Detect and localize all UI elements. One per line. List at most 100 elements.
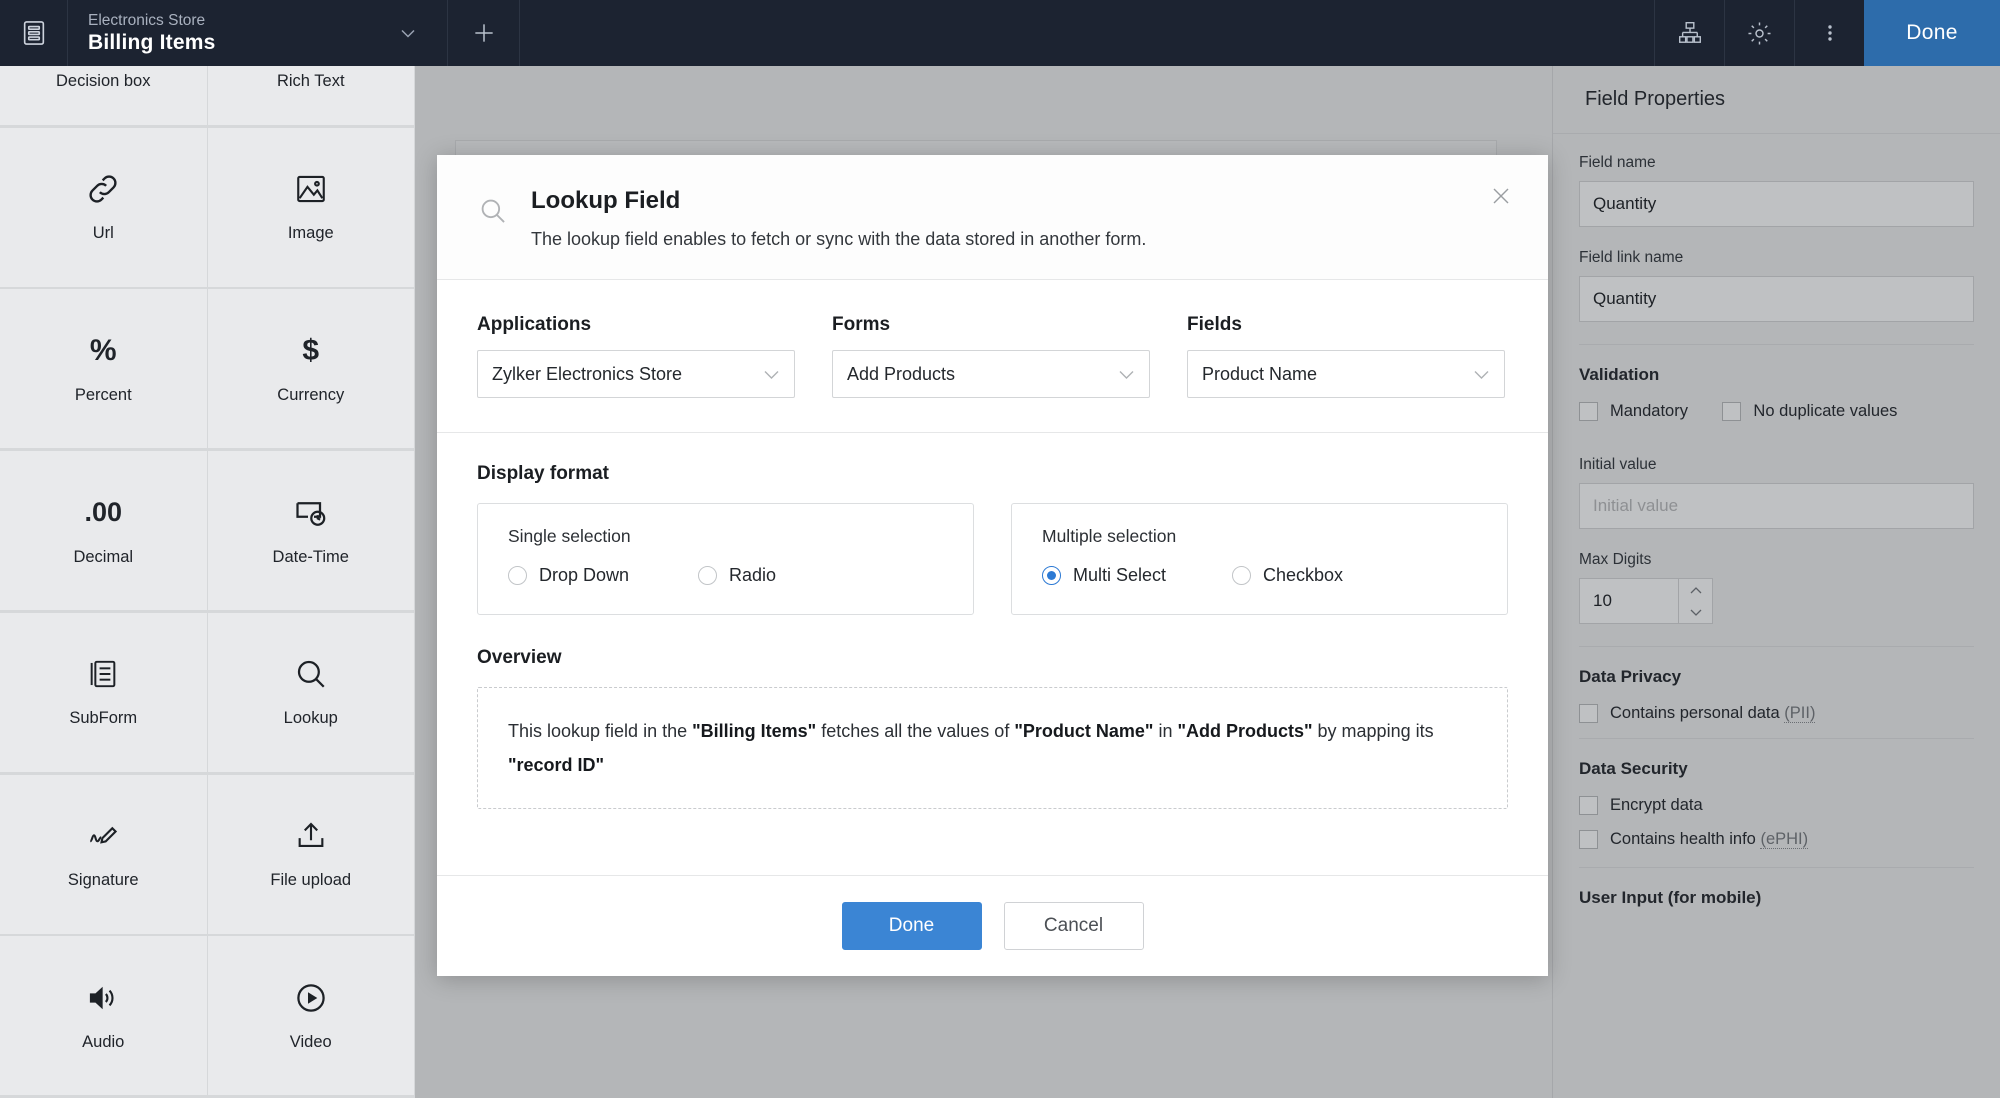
pii-abbr: (PII)	[1784, 704, 1816, 723]
close-icon[interactable]	[1484, 179, 1518, 213]
single-selection-card: Single selection Drop Down Radio	[477, 503, 974, 615]
health-info-checkbox[interactable]: Contains health info (ePHI)	[1579, 830, 1974, 849]
checkbox-radio-option[interactable]: Checkbox	[1232, 565, 1422, 586]
palette-item-audio[interactable]: Audio	[0, 936, 208, 1097]
fields-selector: Fields Product Name	[1187, 314, 1505, 398]
chevron-down-icon	[1473, 364, 1490, 385]
initial-value-input[interactable]	[1579, 483, 1974, 529]
percent-icon: %	[90, 333, 117, 369]
divider	[1579, 646, 1974, 647]
overview-title: Overview	[477, 647, 562, 668]
field-name-group: Field name	[1579, 154, 1974, 227]
palette-item-label: SubForm	[69, 709, 138, 728]
checkbox-icon	[1579, 830, 1598, 849]
gear-icon[interactable]	[1724, 0, 1794, 66]
drop-down-label: Drop Down	[539, 565, 630, 585]
palette-item-image[interactable]: Image	[207, 127, 415, 288]
properties-title: Field Properties	[1553, 66, 2000, 134]
done-button-topbar[interactable]: Done	[1864, 0, 2000, 66]
palette-item-decimal[interactable]: .00 Decimal	[0, 451, 208, 612]
dialog-title: Lookup Field	[531, 187, 681, 214]
personal-data-label: Contains personal data (PII)	[1610, 704, 1816, 723]
chevron-down-icon[interactable]	[368, 0, 448, 66]
mandatory-checkbox[interactable]: Mandatory	[1579, 402, 1688, 421]
palette-item-label: Rich Text	[276, 72, 345, 90]
ephi-abbr: (ePHI)	[1760, 830, 1809, 849]
encrypt-data-checkbox[interactable]: Encrypt data	[1579, 796, 1974, 815]
page-title: Billing Items	[88, 30, 216, 54]
checkbox-icon	[1722, 402, 1742, 421]
palette-item-date-time[interactable]: Date-Time	[207, 451, 415, 612]
overview-box: This lookup field in the "Billing Items"…	[477, 687, 1508, 809]
drop-down-radio-option[interactable]: Drop Down	[508, 565, 698, 586]
palette-item-file-upload[interactable]: File upload	[207, 774, 415, 935]
multiple-selection-card: Multiple selection Multi Select Checkbox	[1011, 503, 1508, 615]
upload-icon	[294, 818, 328, 854]
field-link-name-group: Field link name	[1579, 249, 1974, 322]
radio-radio-option[interactable]: Radio	[698, 565, 888, 586]
overview-p2: fetches all the values of	[816, 721, 1015, 741]
palette-item-label: Currency	[277, 385, 345, 404]
palette-item-label: Signature	[67, 871, 139, 890]
chevron-down-icon	[1118, 364, 1135, 385]
app-root: Electronics Store Billing Items Done Dec…	[0, 0, 2000, 1098]
overview-p3: in	[1153, 721, 1178, 741]
dialog-done-button[interactable]: Done	[841, 902, 982, 950]
fields-label: Fields	[1187, 314, 1242, 335]
max-digits-stepper[interactable]: 10	[1579, 578, 1713, 624]
signature-icon	[85, 818, 121, 854]
dialog-body: Display format Single selection Drop Dow…	[437, 433, 1548, 875]
add-form-button[interactable]	[448, 0, 520, 66]
single-selection-options: Drop Down Radio	[508, 565, 943, 586]
overview-text: This lookup field in the "Billing Items"…	[508, 714, 1477, 782]
fields-dropdown[interactable]: Product Name	[1187, 350, 1505, 398]
palette-item-url[interactable]: Url	[0, 127, 208, 288]
image-icon	[294, 171, 328, 207]
more-vertical-icon[interactable]	[1794, 0, 1864, 66]
divider	[1579, 738, 1974, 739]
forms-dropdown[interactable]: Add Products	[832, 350, 1150, 398]
palette-item-rich-text[interactable]: Rich Text	[207, 66, 415, 126]
personal-data-checkbox[interactable]: Contains personal data (PII)	[1579, 704, 1974, 723]
dialog-cancel-button[interactable]: Cancel	[1003, 902, 1144, 950]
divider	[1579, 867, 1974, 868]
field-link-name-input[interactable]	[1579, 276, 1974, 322]
palette-item-label: Url	[92, 224, 114, 243]
palette-item-percent[interactable]: % Percent	[0, 289, 208, 450]
field-name-input[interactable]	[1579, 181, 1974, 227]
applications-label: Applications	[477, 314, 592, 335]
checkbox-option-label: Checkbox	[1263, 565, 1344, 585]
forms-selector: Forms Add Products	[832, 314, 1150, 398]
palette-item-label: Video	[289, 1032, 332, 1051]
chevron-up-icon[interactable]	[1679, 579, 1712, 601]
personal-data-text: Contains personal data	[1610, 704, 1780, 722]
audio-speaker-icon	[86, 980, 120, 1016]
radio-label-text: Radio	[729, 565, 777, 585]
validation-section-title: Validation	[1579, 365, 1660, 384]
field-properties-panel: Field Properties Field name Field link n…	[1552, 66, 2000, 1098]
dialog-header: Lookup Field The lookup field enables to…	[437, 155, 1548, 280]
sitemap-icon[interactable]	[1654, 0, 1724, 66]
form-builder-icon[interactable]	[0, 0, 68, 66]
palette-item-signature[interactable]: Signature	[0, 774, 208, 935]
palette-item-currency[interactable]: $ Currency	[207, 289, 415, 450]
no-duplicate-checkbox[interactable]: No duplicate values	[1722, 402, 1897, 421]
source-selectors: Applications Zylker Electronics Store Fo…	[437, 280, 1548, 433]
mandatory-label: Mandatory	[1610, 402, 1688, 420]
palette-item-subform[interactable]: SubForm	[0, 612, 208, 773]
overview-p1: This lookup field in the	[508, 721, 693, 741]
palette-item-label: Decimal	[73, 547, 134, 566]
single-selection-title: Single selection	[508, 526, 631, 546]
encrypt-data-label: Encrypt data	[1610, 796, 1703, 814]
palette-item-video[interactable]: Video	[207, 936, 415, 1097]
radio-icon-selected	[1042, 566, 1061, 585]
chevron-down-icon[interactable]	[1679, 601, 1712, 623]
multi-select-radio-option[interactable]: Multi Select	[1042, 565, 1232, 586]
palette-item-lookup[interactable]: Lookup	[207, 612, 415, 773]
health-info-label: Contains health info (ePHI)	[1610, 830, 1809, 849]
applications-dropdown[interactable]: Zylker Electronics Store	[477, 350, 795, 398]
palette-item-label: Decision box	[56, 72, 151, 90]
no-duplicate-label: No duplicate values	[1753, 402, 1898, 420]
palette-item-decision-box[interactable]: Decision box	[0, 66, 208, 126]
palette-item-label: File upload	[270, 871, 352, 890]
